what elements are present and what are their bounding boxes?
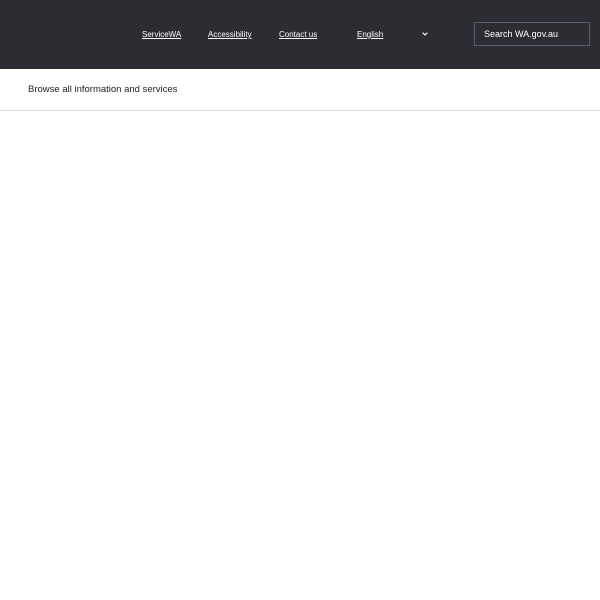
search-placeholder: Search WA.gov.au (484, 29, 559, 39)
main-content (0, 111, 600, 600)
language-select-value: English (357, 30, 384, 39)
browse-bar: Browse all information and services (0, 69, 600, 111)
site-header: ServiceWA Accessibility Contact us Engli… (0, 0, 600, 69)
nav-link-contact-us[interactable]: Contact us (279, 30, 317, 39)
nav-link-servicewa[interactable]: ServiceWA (142, 30, 181, 39)
browse-all-link[interactable]: Browse all information and services (28, 84, 177, 95)
chevron-down-icon (422, 32, 428, 36)
language-select[interactable]: English (340, 26, 434, 44)
search-input[interactable]: Search WA.gov.au (474, 22, 590, 46)
nav-link-accessibility[interactable]: Accessibility (208, 30, 252, 39)
